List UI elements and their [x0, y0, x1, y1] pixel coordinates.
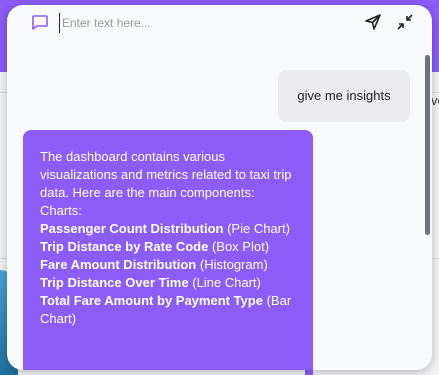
chart-name: Trip Distance by Rate Code — [40, 239, 209, 254]
chart-name: Trip Distance Over Time — [40, 275, 189, 290]
list-item: Fare Amount Distribution (Histogram) — [40, 256, 297, 274]
list-item: Passenger Count Distribution (Pie Chart) — [40, 220, 297, 238]
minimize-icon[interactable] — [396, 13, 414, 31]
chat-panel: give me insights The dashboard contains … — [7, 5, 432, 370]
chat-header — [7, 5, 432, 39]
chat-input[interactable] — [59, 13, 364, 33]
chart-name: Total Fare Amount by Payment Type — [40, 293, 263, 308]
bot-message: The dashboard contains various visualiza… — [23, 130, 313, 370]
list-item: Trip Distance by Rate Code (Box Plot) — [40, 238, 297, 256]
send-icon[interactable] — [364, 13, 382, 31]
list-item: Trip Distance Over Time (Line Chart) — [40, 274, 297, 292]
chat-bubble-icon — [31, 14, 49, 30]
dashboard-partial-text: ve — [431, 93, 439, 108]
charts-label: Charts: — [40, 203, 82, 218]
user-message: give me insights — [278, 70, 410, 122]
chart-type: (Line Chart) — [192, 275, 261, 290]
list-item: Total Fare Amount by Payment Type (Bar C… — [40, 292, 297, 328]
bot-intro: The dashboard contains various visualiza… — [40, 149, 292, 200]
chart-type: (Histogram) — [199, 257, 268, 272]
chat-scrollbar[interactable] — [425, 55, 430, 235]
chart-type: (Pie Chart) — [227, 221, 290, 236]
chart-name: Passenger Count Distribution — [40, 221, 224, 236]
chart-name: Fare Amount Distribution — [40, 257, 197, 272]
chart-type: (Box Plot) — [211, 239, 270, 254]
